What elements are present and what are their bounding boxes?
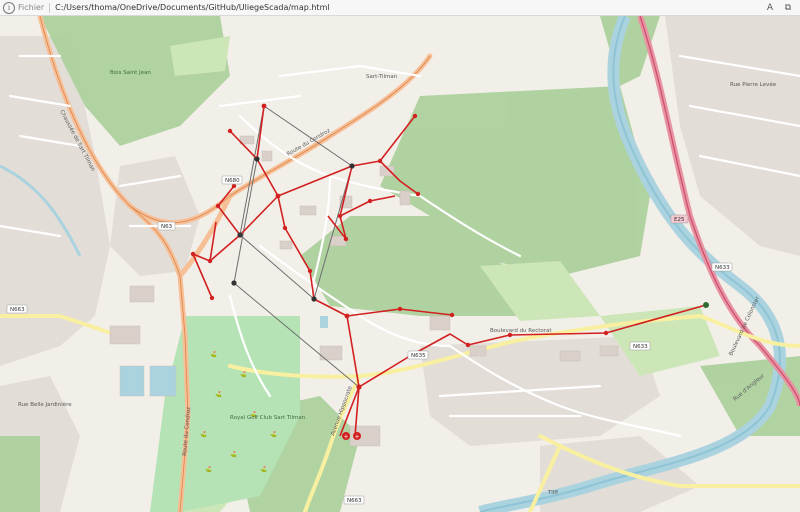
info-icon[interactable]: i xyxy=(3,1,15,14)
node[interactable] xyxy=(231,280,237,286)
map-view[interactable]: ⛳⛳⛳ ⛳⛳ ⛳ ⛳⛳ ⛳ Royal Golf Club Sart Tilman xyxy=(0,16,800,512)
road-shield: N663 xyxy=(6,304,28,314)
browser-actions: A ⧉ xyxy=(764,2,794,14)
node[interactable] xyxy=(415,191,421,197)
node[interactable] xyxy=(367,198,373,204)
svg-text:⛳: ⛳ xyxy=(270,431,277,438)
road-shield: N633 xyxy=(711,262,733,272)
node[interactable] xyxy=(703,302,709,308)
road-shield: N635 xyxy=(407,350,429,360)
svg-text:N63: N63 xyxy=(161,224,173,230)
node[interactable] xyxy=(356,384,362,390)
svg-text:N663: N663 xyxy=(347,498,362,504)
node[interactable] xyxy=(282,225,288,231)
svg-text:N680: N680 xyxy=(225,178,240,184)
node[interactable] xyxy=(209,295,215,301)
node[interactable] xyxy=(412,113,418,119)
street-label: Boulevard du Rectorat xyxy=(490,328,552,334)
street-label: Rue Pierre Levée xyxy=(730,81,777,88)
svg-text:⛳: ⛳ xyxy=(205,466,212,473)
svg-text:⛳: ⛳ xyxy=(230,451,237,458)
node[interactable] xyxy=(343,236,349,242)
place-label: Bois Saint Jean xyxy=(110,70,151,76)
svg-text:⛳: ⛳ xyxy=(260,466,267,473)
svg-text:+: + xyxy=(344,434,349,441)
node[interactable] xyxy=(465,342,471,348)
divider xyxy=(49,2,51,13)
node[interactable] xyxy=(397,306,403,312)
node[interactable] xyxy=(377,158,383,164)
svg-text:N633: N633 xyxy=(715,265,730,271)
node[interactable] xyxy=(207,258,213,264)
node[interactable] xyxy=(603,330,609,336)
node[interactable] xyxy=(311,296,317,302)
road-shield: E25 xyxy=(670,214,689,224)
svg-text:⛳: ⛳ xyxy=(240,371,247,378)
node[interactable] xyxy=(349,163,355,169)
svg-text:E25: E25 xyxy=(674,217,685,223)
svg-text:⛳: ⛳ xyxy=(215,391,222,398)
svg-text:⛳: ⛳ xyxy=(210,351,217,358)
svg-text:N633: N633 xyxy=(633,344,648,350)
node[interactable] xyxy=(237,232,243,238)
road-shield: N633 xyxy=(629,341,651,351)
node[interactable] xyxy=(261,103,267,109)
node[interactable] xyxy=(231,183,237,189)
protocol-label: Fichier xyxy=(18,3,45,12)
tab-icon[interactable]: ⧉ xyxy=(782,2,794,14)
node[interactable] xyxy=(307,268,313,274)
url-text[interactable]: C:/Users/thoma/OneDrive/Documents/GitHub… xyxy=(55,3,329,12)
address-bar[interactable]: i Fichier C:/Users/thoma/OneDrive/Docume… xyxy=(0,0,800,16)
street-label: Rue Belle Jardinière xyxy=(18,401,72,408)
svg-text:+: + xyxy=(355,434,360,441)
golf-label: Royal Golf Club Sart Tilman xyxy=(230,415,306,421)
node[interactable] xyxy=(215,203,221,209)
node[interactable] xyxy=(275,193,281,199)
road-shield: N680 xyxy=(221,175,243,185)
node[interactable] xyxy=(254,156,260,162)
road-shield: N663 xyxy=(343,495,365,505)
node[interactable] xyxy=(344,313,350,319)
road-shield: N63 xyxy=(157,221,176,231)
node[interactable] xyxy=(337,213,343,219)
svg-text:⛳: ⛳ xyxy=(200,431,207,438)
svg-text:N663: N663 xyxy=(10,307,25,313)
node[interactable] xyxy=(227,128,233,134)
node[interactable] xyxy=(190,251,196,257)
place-label: Tilff xyxy=(547,490,558,496)
node[interactable] xyxy=(449,312,455,318)
svg-text:N635: N635 xyxy=(411,353,426,359)
place-label: Sart-Tilman xyxy=(366,74,398,80)
read-aloud-icon[interactable]: A xyxy=(764,2,776,14)
